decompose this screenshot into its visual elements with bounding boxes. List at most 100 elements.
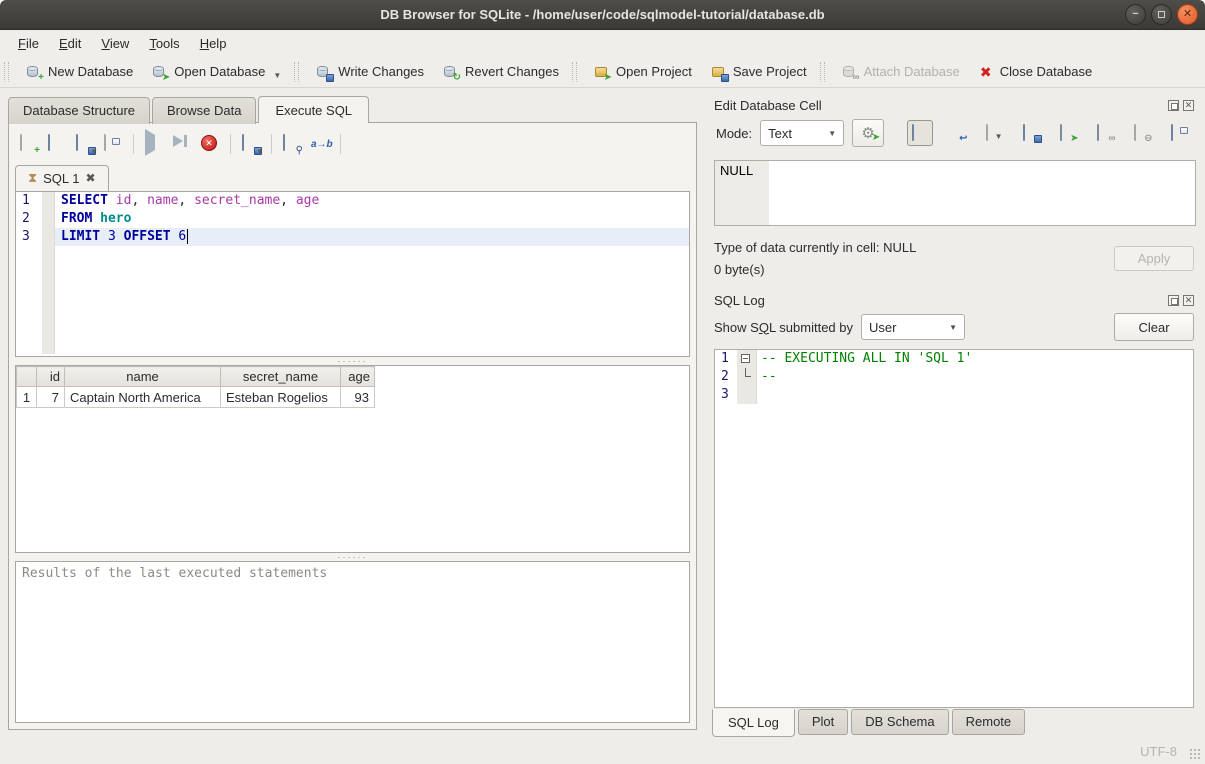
sql-log-dock-header: SQL Log ✕ [712, 289, 1196, 311]
main-tab-bar: Database StructureBrowse DataExecute SQL [8, 95, 697, 122]
grid-cell[interactable]: 93 [341, 387, 375, 408]
main-toolbar: +New Database➤Open Database▼ Write Change… [0, 56, 1205, 88]
clear-button[interactable]: Clear [1114, 313, 1194, 341]
dock-float-icon[interactable] [1168, 295, 1179, 306]
editor-line: 1SELECT id, name, secret_name, age [16, 192, 689, 210]
results-grid[interactable]: idnamesecret_nameage17Captain North Amer… [15, 365, 690, 553]
bottom-tab-db-schema[interactable]: DB Schema [851, 709, 948, 735]
column-header-name[interactable]: name [65, 367, 221, 387]
dropdown-caret-icon[interactable]: ▼ [90, 147, 98, 156]
open-database-button[interactable]: ➤Open Database▼ [142, 60, 290, 84]
open-in-external-app-button[interactable]: ➤ [1055, 120, 1081, 146]
menu-view[interactable]: View [91, 33, 139, 54]
sql-editor[interactable]: 1SELECT id, name, secret_name, age2FROM … [15, 191, 690, 357]
import-from-file-button[interactable]: ▼ [981, 120, 1007, 146]
new-sql-tab-button[interactable]: + [17, 132, 41, 156]
close-database-label: Close Database [1000, 64, 1093, 79]
column-header-age[interactable]: age [341, 367, 375, 387]
mode-label: Mode: [716, 126, 752, 141]
new-database-button[interactable]: +New Database [16, 60, 142, 84]
print-cell-button[interactable] [1166, 120, 1192, 146]
save-project-button[interactable]: Save Project [701, 60, 816, 84]
minimize-icon[interactable]: − [1125, 4, 1146, 25]
execute-current-line-icon [173, 135, 191, 153]
apply-button[interactable]: Apply [1114, 246, 1194, 271]
text-document-button[interactable] [907, 120, 933, 146]
cell-editor-area[interactable]: NULL [714, 160, 1196, 226]
export-to-file-button[interactable] [1018, 120, 1044, 146]
stop-execution-icon: ✕ [201, 135, 219, 153]
bottom-tab-sql-log[interactable]: SQL Log [712, 709, 795, 737]
grid-cell[interactable]: Captain North America [65, 387, 221, 408]
bottom-tab-plot[interactable]: Plot [798, 709, 848, 735]
menu-file[interactable]: File [8, 33, 49, 54]
dock-close-icon[interactable]: ✕ [1183, 295, 1194, 306]
splitter-handle[interactable]: ······ [15, 553, 690, 561]
revert-changes-button[interactable]: ↻Revert Changes [433, 60, 568, 84]
fold-marker-icon[interactable] [741, 354, 750, 363]
toolbar-drag-handle[interactable] [4, 62, 9, 82]
dropdown-caret-icon[interactable]: ▼ [256, 147, 264, 156]
window-title: DB Browser for SQLite - /home/user/code/… [380, 7, 824, 22]
word-wrap-button[interactable]: ↩ [944, 120, 970, 146]
maximize-icon[interactable] [1151, 4, 1172, 25]
close-icon[interactable]: ✕ [1177, 4, 1198, 25]
copy-link-button[interactable]: ∞ [1092, 120, 1118, 146]
menu-help[interactable]: Help [190, 33, 237, 54]
submitted-by-value: User [869, 320, 896, 335]
open-project-button[interactable]: ➤Open Project [584, 60, 701, 84]
bottom-tab-bar: SQL LogPlotDB SchemaRemote [712, 708, 1196, 738]
replace-button[interactable]: a→b [308, 132, 332, 156]
write-changes-icon [315, 64, 332, 80]
toolbar-drag-handle[interactable] [572, 62, 577, 82]
dock-close-icon[interactable]: ✕ [1183, 100, 1194, 111]
menu-tools[interactable]: Tools [139, 33, 189, 54]
column-header-secret_name[interactable]: secret_name [221, 367, 341, 387]
mode-select[interactable]: Text ▼ [760, 120, 844, 146]
toolbar-drag-handle[interactable] [294, 62, 299, 82]
tab-browse-data[interactable]: Browse Data [152, 97, 256, 124]
resize-grip[interactable] [1189, 748, 1201, 760]
tab-database-structure[interactable]: Database Structure [8, 97, 150, 124]
table-row[interactable]: 17Captain North AmericaEsteban Rogelios9… [17, 387, 375, 408]
close-database-button[interactable]: ✖ Close Database [969, 60, 1102, 84]
save-results-button[interactable]: ▼ [239, 132, 263, 156]
sql-tab-label: SQL 1 [43, 171, 79, 186]
print-cell-icon [1171, 125, 1188, 141]
dock-float-icon[interactable] [1168, 100, 1179, 111]
bottom-tab-remote[interactable]: Remote [952, 709, 1026, 735]
find-button[interactable]: ⚲ [280, 132, 304, 156]
tab-execute-sql[interactable]: Execute SQL [258, 96, 369, 123]
print-button[interactable] [101, 132, 125, 156]
hourglass-icon: ⧗ [28, 170, 37, 186]
toolbar-separator [133, 134, 134, 154]
encoding-indicator[interactable]: UTF-8 [1140, 744, 1177, 759]
sql-log-view[interactable]: 1-- EXECUTING ALL IN 'SQL 1'2--3 [714, 349, 1194, 708]
splitter-handle[interactable]: ······ [15, 357, 690, 365]
column-header-id[interactable]: id [37, 367, 65, 387]
new-sql-tab-icon: + [20, 135, 38, 153]
toolbar-drag-handle[interactable] [820, 62, 825, 82]
close-database-icon: ✖ [978, 64, 994, 80]
grid-cell[interactable]: 7 [37, 387, 65, 408]
editor-line: 2FROM hero [16, 210, 689, 228]
open-sql-file-button[interactable] [45, 132, 69, 156]
auto-switch-mode-button[interactable]: ⚙ ➤ [852, 119, 884, 147]
set-null-button[interactable]: ⊖ [1129, 120, 1155, 146]
write-changes-button[interactable]: Write Changes [306, 60, 433, 84]
toolbar-separator [271, 134, 272, 154]
attach-database-button[interactable]: ∞Attach Database [832, 60, 969, 84]
close-tab-icon[interactable]: ✖ [86, 171, 96, 185]
sql-tab[interactable]: ⧗ SQL 1 ✖ [15, 165, 109, 191]
dropdown-caret-icon[interactable]: ▼ [273, 71, 281, 80]
grid-cell[interactable]: Esteban Rogelios [221, 387, 341, 408]
save-project-label: Save Project [733, 64, 807, 79]
save-sql-file-button[interactable]: ▼ [73, 132, 97, 156]
execute-current-line-button[interactable] [170, 132, 194, 156]
submitted-by-select[interactable]: User ▼ [861, 314, 965, 340]
menu-edit[interactable]: Edit [49, 33, 91, 54]
execute-all-button[interactable] [142, 132, 166, 156]
cell-size-text: 0 byte(s) [714, 262, 916, 277]
format-sql-button[interactable] [349, 132, 373, 156]
stop-execution-button[interactable]: ✕ [198, 132, 222, 156]
